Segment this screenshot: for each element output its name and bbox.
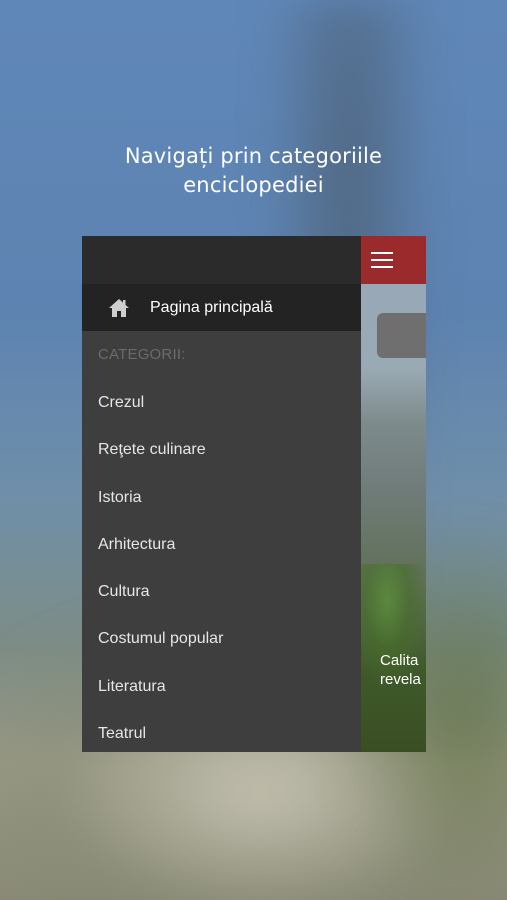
drawer-item-arhitectura[interactable]: Arhitectura xyxy=(82,521,361,568)
drawer-item-teatrul[interactable]: Teatrul xyxy=(82,710,361,752)
hamburger-menu-icon[interactable] xyxy=(371,252,393,268)
promo-headline: Navigați prin categoriile enciclopediei xyxy=(0,142,507,200)
navigation-drawer: Pagina principală CATEGORII: Crezul Reţe… xyxy=(82,236,361,752)
featured-article-caption: Calita revela xyxy=(380,651,426,689)
drawer-item-cultura[interactable]: Cultura xyxy=(82,568,361,615)
drawer-item-istoria[interactable]: Istoria xyxy=(82,474,361,521)
home-icon xyxy=(109,298,129,317)
categories-section-label: CATEGORII: xyxy=(98,346,186,363)
drawer-item-home[interactable]: Pagina principală xyxy=(82,284,361,331)
drawer-item-costumul-popular[interactable]: Costumul popular xyxy=(82,615,361,662)
drawer-item-retete-culinare[interactable]: Reţete culinare xyxy=(82,426,361,473)
headline-line-1: Navigați prin categoriile xyxy=(124,144,383,168)
headline-line-2: enciclopediei xyxy=(183,173,324,197)
featured-article-image[interactable]: Calita revela xyxy=(361,284,426,752)
home-label: Pagina principală xyxy=(150,298,273,316)
app-header-bar xyxy=(361,236,426,284)
app-screen-preview: Pagina principală CATEGORII: Crezul Reţe… xyxy=(82,236,426,752)
drawer-item-literatura[interactable]: Literatura xyxy=(82,663,361,710)
drawer-item-crezul[interactable]: Crezul xyxy=(82,379,361,426)
search-box[interactable] xyxy=(377,313,426,358)
main-content-panel: Calita revela xyxy=(361,236,426,752)
caption-line-1: Calita xyxy=(380,652,419,669)
drawer-header xyxy=(82,236,361,284)
caption-line-2: revela xyxy=(380,671,421,688)
